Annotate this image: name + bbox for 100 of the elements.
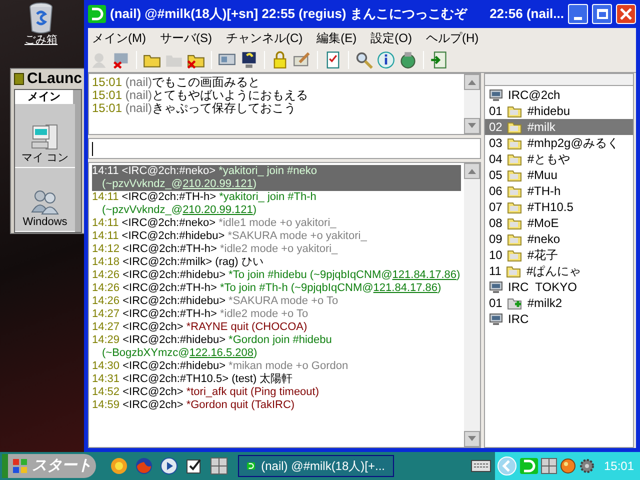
sun-icon[interactable] <box>110 457 128 475</box>
window-title-time: 22:56 (nail... <box>490 5 564 24</box>
windows-logo-icon <box>12 458 28 474</box>
log-line: 14:26 <IRC@2ch:#TH-h> *To join #Th-h (~9pjqbIqCNM@121.84.17.86) <box>92 282 442 295</box>
scrollbar[interactable] <box>464 163 480 447</box>
edit-icon[interactable] <box>293 51 311 69</box>
folder-plus-icon <box>507 296 522 310</box>
folder-icon <box>507 120 522 134</box>
up-arrow-icon <box>468 79 476 85</box>
computer-icon <box>489 312 503 326</box>
close-button[interactable] <box>616 4 636 24</box>
launcher-item[interactable]: Windows <box>15 168 75 232</box>
app-icon[interactable] <box>520 458 538 474</box>
computer-icon <box>489 280 503 294</box>
channel-item[interactable]: 03 #mhp2g@みるく <box>485 135 633 151</box>
computer-icon <box>489 88 503 102</box>
menu-item[interactable]: メイン(M) <box>92 29 146 47</box>
menu-item[interactable]: チャンネル(C) <box>226 29 303 47</box>
log-line: 14:26 <IRC@2ch:#hidebu> *To join #hidebu (~9pjqbIqCNM@121.84.17.86) <box>92 269 461 282</box>
menu-item[interactable]: ヘルプ(H) <box>426 29 479 47</box>
channel-item[interactable]: 11 #ぱんにゃ <box>485 263 633 279</box>
window-title: CLaunc <box>26 70 82 88</box>
log-line: 14:29 <IRC@2ch:#hidebu> *Gordon join #hidebu (~BogzbXYmzc@122.16.5.208) <box>92 334 333 360</box>
clock: 15:01 <box>604 458 634 475</box>
channel-item[interactable]: 01 #milk2 <box>485 295 633 311</box>
folder-icon <box>507 232 522 246</box>
launcher-item[interactable]: マイ コン <box>15 104 75 168</box>
folder-icon <box>507 184 522 198</box>
log-line: 14:52 <IRC@2ch> *tori_afk quit (Ping timeout) <box>92 386 320 399</box>
channel-item[interactable]: 07 #TH10.5 <box>485 199 633 215</box>
channel-item[interactable]: 02 #milk <box>485 119 633 135</box>
tab[interactable]: メイン <box>15 90 73 104</box>
up-arrow-icon <box>468 168 476 174</box>
ball-icon[interactable] <box>560 458 576 474</box>
link[interactable]: 122.16.5.208 <box>189 347 254 359</box>
info-icon[interactable] <box>377 51 395 69</box>
folder-icon <box>507 168 522 182</box>
checkbox-icon[interactable] <box>185 457 203 475</box>
keyboard-icon[interactable] <box>470 460 491 472</box>
disconnect-icon[interactable] <box>112 51 130 69</box>
play-icon[interactable] <box>160 457 178 475</box>
log-line: 14:31 <IRC@2ch:#TH10.5> (test) 太陽軒 <box>92 373 294 386</box>
channel-item[interactable]: IRC TOKYO <box>485 279 633 295</box>
clipboard-icon[interactable] <box>324 51 342 69</box>
down-arrow-icon <box>468 436 476 442</box>
channel-item[interactable]: IRC@2ch <box>485 87 633 103</box>
trash-bin-icon <box>28 2 54 34</box>
window-title: (nail) @#milk(18人)[+sn] 22:55 (regius) まんこにつっこむぞ <box>110 5 467 24</box>
scrollbar[interactable] <box>464 74 480 134</box>
computer-icon <box>30 122 60 152</box>
tiles-icon[interactable] <box>210 457 228 475</box>
folder-icon <box>506 264 522 278</box>
log-line: 14:12 <IRC@2ch:#TH-h> *idle2 mode +o yakitori_ <box>92 243 339 256</box>
menu-item[interactable]: 設定(O) <box>370 29 412 47</box>
link[interactable]: 210.20.99.121 <box>182 204 253 216</box>
gear-icon[interactable] <box>578 458 595 474</box>
log-line: 14:11 <IRC@2ch:#neko> *idle1 mode +o yakitori_ <box>92 217 338 230</box>
app-icon <box>88 5 106 23</box>
log-line: 14:59 <IRC@2ch> *Gordon quit (TakIRC) <box>92 399 296 412</box>
channel-item[interactable]: IRC <box>485 311 633 327</box>
log-line: 14:27 <IRC@2ch> *RAYNE quit (CHOCOA) <box>92 321 308 334</box>
monitor-icon[interactable] <box>240 51 258 69</box>
log-line: 14:27 <IRC@2ch:#TH-h> *idle2 mode +o To <box>92 308 310 321</box>
tiles-icon[interactable] <box>540 458 557 474</box>
taskbar-window-button[interactable]: (nail) @#milk(18人)[+... <box>238 455 394 477</box>
channel-item[interactable]: 06 #TH-h <box>485 183 633 199</box>
log-line: 14:18 <IRC@2ch:#milk> (rag) ひい <box>92 256 264 269</box>
exit-icon[interactable] <box>430 51 448 69</box>
folder-icon <box>507 216 522 230</box>
folder-icon <box>507 104 522 118</box>
channel-item[interactable]: 08 #MoE <box>485 215 633 231</box>
channel-item[interactable]: 05 #Muu <box>485 167 633 183</box>
link[interactable]: 121.84.17.86 <box>392 269 457 281</box>
log-line: 14:11 <IRC@2ch:#TH-h> *yakitori_ join #Th-h (~pzvVvkndz_@210.20.99.121) <box>92 191 318 217</box>
log-line: 14:26 <IRC@2ch:#hidebu> *SAKURA mode +o To <box>92 295 340 308</box>
message-input[interactable] <box>88 138 481 159</box>
maximize-button[interactable] <box>592 4 612 24</box>
chat-line: 15:01 (nail)とてもやばいようにおもえる <box>92 89 310 102</box>
down-arrow-icon <box>468 123 476 129</box>
folder-icon <box>507 136 522 150</box>
log-line: 14:30 <IRC@2ch:#hidebu> *mikan mode +o Gordon <box>92 360 350 373</box>
chat-line: 15:01 (nail)でもこの画面みると <box>92 76 262 89</box>
menu-item[interactable]: サーバ(S) <box>160 29 212 47</box>
channel-item[interactable]: 01 #hidebu <box>485 103 633 119</box>
users-icon <box>30 188 60 216</box>
folder-icon <box>507 152 522 166</box>
minimize-button[interactable] <box>568 4 588 24</box>
log-line: 14:11 <IRC@2ch:#hidebu> *SAKURA mode +o yakitori_ <box>92 230 368 243</box>
chat-line: 15:01 (nail)きゃぷって保存しておこう <box>92 102 298 115</box>
window-icon <box>14 73 24 85</box>
icon-label[interactable]: ごみ箱 <box>24 34 58 47</box>
channel-item[interactable]: 10 #花子 <box>485 247 633 263</box>
search-icon[interactable] <box>355 51 373 69</box>
link[interactable]: 121.84.17.86 <box>373 282 438 294</box>
link[interactable]: 210.20.99.121 <box>182 178 253 190</box>
menu-item[interactable]: 編集(E) <box>316 29 357 47</box>
folder-icon <box>507 248 522 262</box>
channel-item[interactable]: 04 #ともや <box>485 151 633 167</box>
lock-icon[interactable] <box>271 51 289 69</box>
channel-item[interactable]: 09 #neko <box>485 231 633 247</box>
